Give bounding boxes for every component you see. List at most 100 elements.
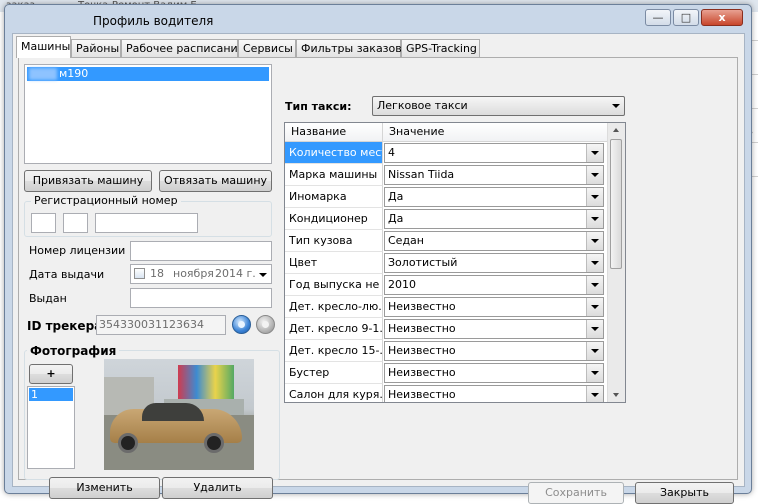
save-button[interactable]: Сохранить xyxy=(528,482,624,504)
issued-by-field[interactable] xyxy=(130,288,272,308)
registration-region-field[interactable] xyxy=(31,213,56,233)
chevron-down-icon xyxy=(586,144,603,162)
tab-cars[interactable]: Машины xyxy=(16,36,71,58)
chevron-down-icon xyxy=(586,210,603,228)
tab-gps-tracking[interactable]: GPS-Tracking xyxy=(401,39,480,57)
chevron-down-icon xyxy=(586,276,603,294)
driver-profile-window: Профиль водителя — □ x Машины Районы Раб… xyxy=(4,4,752,504)
car-plate-text: м190 xyxy=(59,67,89,80)
row-name: Бустер xyxy=(285,362,383,384)
tab-districts[interactable]: Районы xyxy=(71,39,121,57)
minimize-button[interactable]: — xyxy=(645,9,671,26)
tab-order-filters[interactable]: Фильтры заказов xyxy=(296,39,402,57)
close-window-button[interactable]: x xyxy=(701,9,743,26)
scroll-down-icon[interactable] xyxy=(613,393,619,397)
tracker-disconnect-button[interactable] xyxy=(256,315,275,334)
chevron-down-icon xyxy=(586,188,603,206)
list-item[interactable]: 1 xyxy=(29,388,73,401)
chevron-down-icon xyxy=(586,298,603,316)
tracker-id-field[interactable]: 354330031123634 xyxy=(96,315,226,335)
issue-date-picker[interactable]: 18 ноября 2014 г. xyxy=(130,264,272,284)
row-value-select[interactable]: Золотистый xyxy=(384,253,604,273)
scrollbar-thumb[interactable] xyxy=(610,139,622,269)
photo-list[interactable]: 1 xyxy=(27,386,75,469)
chevron-down-icon xyxy=(586,342,603,360)
row-value-select[interactable]: Неизвестно xyxy=(384,363,604,383)
table-row[interactable]: Салон для куря... Неизвестно xyxy=(285,384,607,402)
grid-column-value: Значение xyxy=(389,125,445,138)
photo-car-wheel xyxy=(118,433,138,453)
row-value-select[interactable]: Неизвестно xyxy=(384,319,604,339)
issued-by-label: Выдан xyxy=(29,292,67,305)
table-row[interactable]: Тип кузова Седан xyxy=(285,230,607,252)
table-row[interactable]: Марка машины Nissan Tiida xyxy=(285,164,607,186)
taxi-type-label: Тип такси: xyxy=(285,100,352,113)
cars-list[interactable]: м190 xyxy=(24,64,272,164)
row-name: Дет. кресло 15-... xyxy=(285,340,383,362)
chevron-down-icon xyxy=(586,232,603,250)
issue-date-label: Дата выдачи xyxy=(29,268,105,281)
date-month: ноября xyxy=(173,267,214,280)
license-label: Номер лицензии xyxy=(29,244,126,257)
window-client-area: Машины Районы Рабочее расписание Сервисы… xyxy=(12,33,745,504)
row-name: Дет. кресло 9-1... xyxy=(285,318,383,340)
tab-work-schedule[interactable]: Рабочее расписание xyxy=(121,39,244,57)
row-value-select[interactable]: Неизвестно xyxy=(384,385,604,402)
registration-series-field[interactable] xyxy=(63,213,88,233)
registration-number-field[interactable] xyxy=(95,213,198,233)
row-name: Дет. кресло-лю... xyxy=(285,296,383,318)
table-row[interactable]: Цвет Золотистый xyxy=(285,252,607,274)
tab-page-cars: м190 Привязать машину Отвязать машину Ре… xyxy=(18,57,738,504)
registration-group-label: Регистрационный номер xyxy=(31,194,181,207)
tracker-label: ID трекера xyxy=(27,319,103,333)
row-value-select[interactable]: 2010 xyxy=(384,275,604,295)
car-properties-grid[interactable]: Название Значение Количество мест 4 Марка… xyxy=(284,122,626,403)
row-value-select[interactable]: Да xyxy=(384,209,604,229)
attach-car-button[interactable]: Привязать машину xyxy=(24,170,152,192)
table-row[interactable]: Кондиционер Да xyxy=(285,208,607,230)
row-value-select[interactable]: Да xyxy=(384,187,604,207)
row-value-select[interactable]: Седан xyxy=(384,231,604,251)
maximize-icon: □ xyxy=(680,11,692,24)
chevron-down-icon xyxy=(586,166,603,184)
chevron-down-icon xyxy=(586,254,603,272)
scroll-up-icon[interactable] xyxy=(613,128,619,132)
date-checkbox[interactable] xyxy=(134,268,145,279)
table-row[interactable]: Дет. кресло 9-1... Неизвестно xyxy=(285,318,607,340)
row-name: Год выпуска не ... xyxy=(285,274,383,296)
locate-off-icon xyxy=(262,321,269,328)
grid-header: Название Значение xyxy=(285,123,607,142)
row-value-select[interactable]: Неизвестно xyxy=(384,341,604,361)
row-name: Салон для куря... xyxy=(285,384,383,402)
blurred-plate xyxy=(29,68,57,80)
row-value-select[interactable]: Nissan Tiida xyxy=(384,165,604,185)
table-row[interactable]: Дет. кресло 15-... Неизвестно xyxy=(285,340,607,362)
close-button[interactable]: Закрыть xyxy=(635,482,734,504)
table-row[interactable]: Бустер Неизвестно xyxy=(285,362,607,384)
maximize-button[interactable]: □ xyxy=(673,9,699,26)
table-row[interactable]: Количество мест 4 xyxy=(285,142,607,164)
table-row[interactable]: Дет. кресло-лю... Неизвестно xyxy=(285,296,607,318)
row-value-select[interactable]: 4 xyxy=(384,143,604,163)
row-name: Цвет xyxy=(285,252,383,274)
list-item[interactable]: м190 xyxy=(27,67,269,81)
license-number-field[interactable] xyxy=(130,241,272,261)
car-photo xyxy=(104,359,254,470)
chevron-down-icon xyxy=(586,386,603,402)
row-value-select[interactable]: Неизвестно xyxy=(384,297,604,317)
window-title: Профиль водителя xyxy=(93,14,214,28)
tracker-connect-button[interactable] xyxy=(232,315,251,334)
tab-services[interactable]: Сервисы xyxy=(238,39,296,57)
chevron-down-icon xyxy=(586,364,603,382)
chevron-down-icon xyxy=(259,273,267,277)
locate-icon xyxy=(238,321,245,328)
taxi-type-select[interactable]: Легковое такси xyxy=(372,96,625,116)
table-row[interactable]: Иномарка Да xyxy=(285,186,607,208)
detach-car-button[interactable]: Отвязать машину xyxy=(159,170,272,192)
window-icon xyxy=(15,11,29,25)
close-icon: x xyxy=(718,11,726,24)
add-photo-button[interactable]: + xyxy=(29,364,73,384)
table-row[interactable]: Год выпуска не ... 2010 xyxy=(285,274,607,296)
photo-car-wheel xyxy=(204,433,224,453)
grid-scrollbar[interactable] xyxy=(607,123,625,402)
